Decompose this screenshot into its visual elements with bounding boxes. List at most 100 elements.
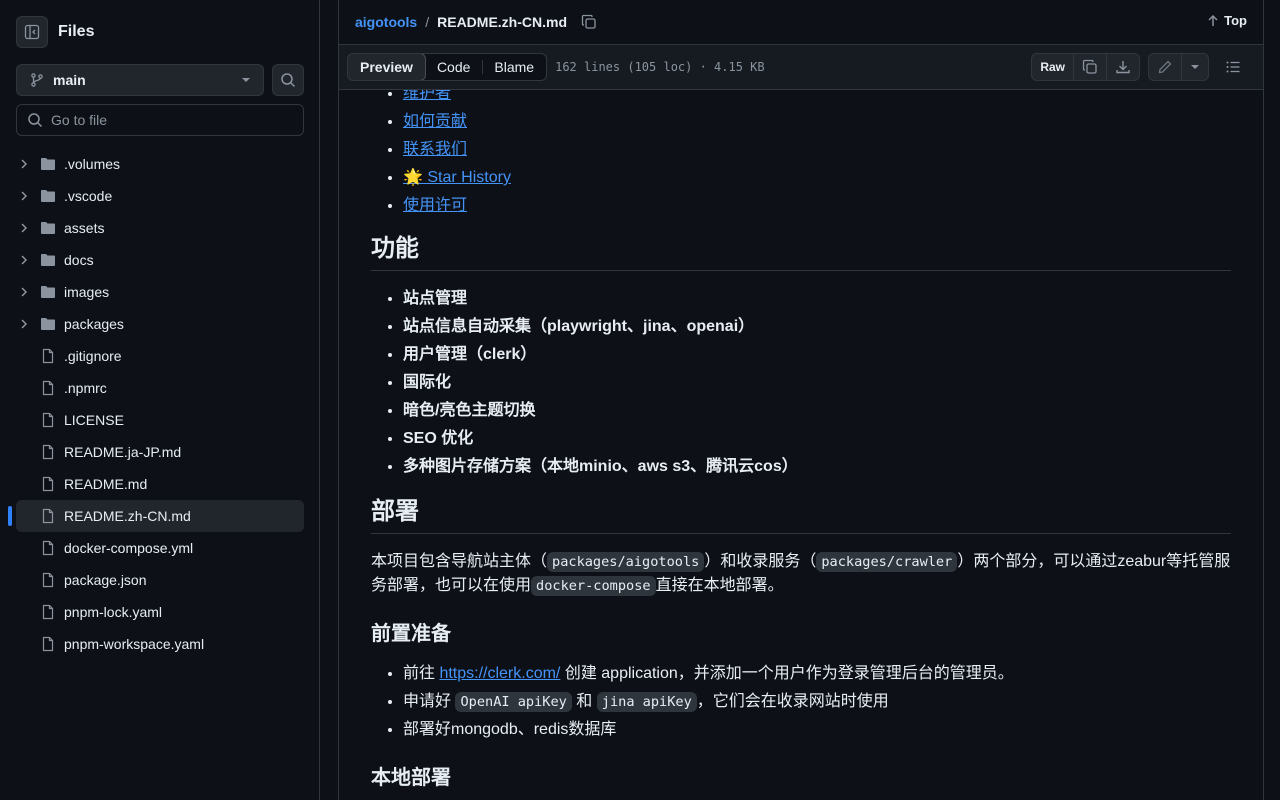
tab-code[interactable]: Code (425, 54, 482, 80)
branch-select-button[interactable]: main (16, 64, 264, 96)
list-item: 部署好mongodb、redis数据库 (403, 716, 1231, 744)
list-item: 如何贡献 (403, 108, 1231, 136)
breadcrumb-file-name: README.zh-CN.md (437, 14, 568, 30)
tree-item-label: .npmrc (64, 380, 107, 396)
file-tree-sidebar: Files main .volumes .vscode assets docs imag… (0, 0, 320, 800)
file-icon (40, 636, 56, 652)
tree-file-item[interactable]: README.ja-JP.md (16, 436, 304, 468)
copy-icon (1082, 59, 1097, 74)
tree-item-label: LICENSE (64, 412, 124, 428)
tree-file-item[interactable]: LICENSE (16, 404, 304, 436)
toc-link-contributing[interactable]: 如何贡献 (403, 113, 467, 130)
toc-link-contact[interactable]: 联系我们 (403, 141, 467, 158)
tree-file-item[interactable]: README.md (16, 468, 304, 500)
list-item: 前往 https://clerk.com/ 创建 application，并添加… (403, 660, 1231, 688)
tree-folder-item[interactable]: images (16, 276, 304, 308)
tree-item-label: assets (64, 220, 105, 236)
download-button[interactable] (1107, 54, 1139, 80)
file-icon (40, 508, 56, 524)
tree-file-item[interactable]: pnpm-lock.yaml (16, 596, 304, 628)
file-icon (40, 572, 56, 588)
file-icon (40, 348, 56, 364)
tree-folder-item[interactable]: docs (16, 244, 304, 276)
app: Files main .volumes .vscode assets docs imag… (0, 0, 1280, 800)
folder-icon (40, 252, 56, 268)
selected-indicator (8, 506, 12, 526)
chevron-right-icon[interactable] (16, 284, 32, 300)
chevron-right-icon[interactable] (16, 220, 32, 236)
tree-file-item[interactable]: package.json (16, 564, 304, 596)
list-item: 站点信息自动采集（playwright、jina、openai） (403, 313, 1231, 341)
list-item: 使用许可 (403, 192, 1231, 220)
raw-button[interactable]: Raw (1032, 54, 1074, 80)
tree-file-item[interactable]: pnpm-workspace.yaml (16, 628, 304, 660)
edit-actions-group (1148, 53, 1209, 81)
tree-file-item[interactable]: .npmrc (16, 372, 304, 404)
sidebar-title: Files (58, 23, 95, 40)
tree-file-item[interactable]: docker-compose.yml (16, 532, 304, 564)
tree-folder-item[interactable]: .volumes (16, 148, 304, 180)
folder-icon (40, 220, 56, 236)
breadcrumb-repo-link[interactable]: aigotools (355, 14, 417, 30)
arrow-up-icon (1208, 14, 1218, 26)
chevron-right-icon[interactable] (16, 252, 32, 268)
go-to-file-field[interactable] (16, 104, 304, 136)
toc-list: 维护者 如何贡献 联系我们 🌟 Star History 使用许可 (371, 90, 1231, 220)
copy-path-button[interactable] (581, 14, 597, 30)
folder-icon (40, 156, 56, 172)
folder-icon (40, 188, 56, 204)
chevron-right-icon[interactable] (16, 188, 32, 204)
download-icon (1116, 61, 1130, 74)
list-item: 暗色/亮色主题切换 (403, 397, 1231, 425)
list-item: SEO 优化 (403, 425, 1231, 453)
search-files-button[interactable] (272, 64, 304, 96)
tree-folder-item[interactable]: .vscode (16, 180, 304, 212)
tree-item-label: pnpm-lock.yaml (64, 604, 163, 620)
tree-file-item[interactable]: .gitignore (16, 340, 304, 372)
deploy-paragraph: 本项目包含导航站主体（ packages/aigotools ）和收录服务（ pack… (371, 552, 1231, 596)
view-mode-tabs: Preview Code Blame (347, 53, 548, 81)
list-item: 联系我们 (403, 136, 1231, 164)
tree-item-label: images (64, 284, 110, 300)
outline-button[interactable] (1217, 53, 1249, 81)
go-to-file-input[interactable] (51, 112, 291, 128)
tab-blame[interactable]: Blame (482, 54, 546, 80)
sidebar-header: Files (16, 16, 94, 48)
code-jina-apikey: jina apiKey (596, 692, 697, 712)
raw-actions-group: Raw (1031, 53, 1140, 81)
tree-folder-item[interactable]: assets (16, 212, 304, 244)
file-icon (40, 604, 56, 620)
top-label: Top (1224, 13, 1247, 28)
folder-icon (40, 284, 56, 300)
toolbar-actions: Raw (1031, 53, 1249, 81)
scroll-to-top-button[interactable]: Top (1206, 13, 1247, 28)
file-toolbar: Preview Code Blame 162 lines (105 loc) ·… (339, 44, 1263, 90)
toc-link-license[interactable]: 使用许可 (403, 197, 467, 214)
copy-raw-button[interactable] (1074, 54, 1107, 80)
toc-link-maintainers[interactable]: 维护者 (403, 90, 451, 102)
tree-item-label: README.zh-CN.md (64, 508, 191, 524)
edit-file-button[interactable] (1149, 54, 1182, 80)
list-item: 用户管理（clerk） (403, 341, 1231, 369)
list-item: 多种图片存储方案（本地minio、aws s3、腾讯云cos） (403, 453, 1231, 481)
toc-link-star-history[interactable]: 🌟 Star History (403, 169, 511, 186)
clerk-link[interactable]: https://clerk.com/ (439, 665, 560, 682)
tree-file-item[interactable]: README.zh-CN.md (8, 500, 304, 532)
tree-folder-item[interactable]: packages (16, 308, 304, 340)
collapse-sidebar-button[interactable] (16, 16, 48, 48)
tab-preview[interactable]: Preview (348, 54, 426, 80)
code-openai-apikey: OpenAI apiKey (455, 692, 572, 712)
list-item: 国际化 (403, 369, 1231, 397)
edit-options-button[interactable] (1182, 54, 1208, 80)
markdown-body: 维护者 如何贡献 联系我们 🌟 Star History 使用许可 功能 站点管… (339, 90, 1263, 800)
code-aigotools: packages/aigotools (547, 552, 705, 572)
tree-item-label: pnpm-workspace.yaml (64, 636, 205, 652)
tree-item-label: README.ja-JP.md (64, 444, 182, 460)
tree-item-label: .vscode (64, 188, 113, 204)
sidebar-collapse-icon (24, 24, 40, 40)
chevron-right-icon[interactable] (16, 156, 32, 172)
tree-item-label: README.md (64, 476, 148, 492)
folder-icon (40, 316, 56, 332)
file-tree: .volumes .vscode assets docs images packages.… (0, 148, 320, 660)
chevron-right-icon[interactable] (16, 316, 32, 332)
